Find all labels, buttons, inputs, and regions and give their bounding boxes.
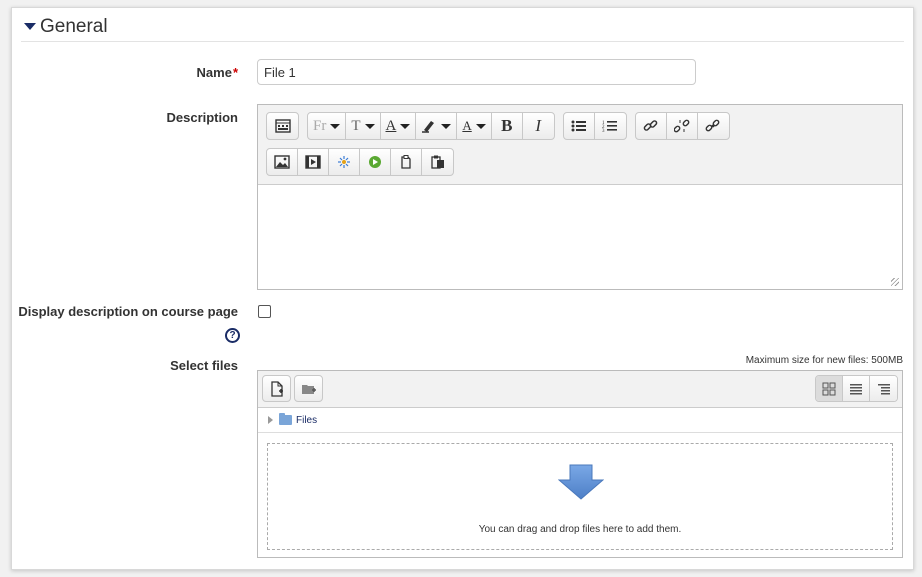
drop-hint-text: You can drag and drop files here to add … bbox=[478, 524, 682, 535]
create-folder-icon bbox=[301, 384, 316, 394]
display-description-label: Display description on course page bbox=[18, 304, 238, 319]
display-description-checkbox[interactable] bbox=[258, 305, 271, 318]
folder-icon bbox=[279, 413, 292, 425]
max-size-text: Maximum size for new files: 500MB bbox=[745, 355, 903, 366]
anchor-link-icon[interactable] bbox=[698, 113, 729, 139]
section-header[interactable]: General bbox=[21, 12, 904, 42]
grid-icon bbox=[822, 382, 836, 395]
font-family-icon[interactable]: Fr bbox=[308, 113, 347, 139]
add-file-icon bbox=[270, 380, 283, 397]
required-mark: * bbox=[232, 65, 238, 80]
unlink-icon[interactable] bbox=[667, 113, 698, 139]
list-icon bbox=[850, 383, 862, 394]
font-color-icon[interactable]: A bbox=[381, 113, 417, 139]
drop-zone[interactable]: You can drag and drop files here to add … bbox=[267, 443, 893, 550]
link-icon[interactable] bbox=[636, 113, 667, 139]
drop-arrow-icon bbox=[558, 464, 604, 500]
collapse-caret-icon[interactable] bbox=[24, 23, 36, 30]
create-folder-button[interactable] bbox=[294, 375, 323, 402]
file-manager: Files You can drag and drop files here t… bbox=[257, 370, 903, 558]
paste-icon[interactable] bbox=[422, 149, 453, 175]
view-icons-button[interactable] bbox=[816, 376, 843, 401]
expand-arrow-icon[interactable] bbox=[268, 416, 273, 424]
description-label: Description bbox=[166, 110, 238, 125]
description-textarea[interactable] bbox=[258, 186, 902, 289]
h5p-icon[interactable] bbox=[329, 149, 360, 175]
italic-icon[interactable]: I bbox=[523, 113, 554, 139]
file-path-breadcrumb[interactable]: Files bbox=[258, 408, 902, 433]
general-section: General Name* Description Fr T A bbox=[11, 7, 914, 570]
help-icon[interactable]: ? bbox=[225, 328, 240, 343]
unordered-list-icon[interactable] bbox=[564, 113, 595, 139]
description-editor: Fr T A A B I 123 bbox=[257, 104, 903, 290]
media-icon[interactable] bbox=[298, 149, 329, 175]
section-title: General bbox=[40, 15, 108, 37]
view-tree-button[interactable] bbox=[870, 376, 897, 401]
file-manager-toolbar bbox=[258, 371, 902, 408]
tree-icon bbox=[877, 383, 890, 394]
text-style-icon[interactable]: A bbox=[457, 113, 492, 139]
resize-grip-icon[interactable] bbox=[891, 278, 899, 286]
add-file-button[interactable] bbox=[262, 375, 291, 402]
name-input[interactable] bbox=[257, 59, 696, 85]
view-list-button[interactable] bbox=[843, 376, 870, 401]
image-icon[interactable] bbox=[267, 149, 298, 175]
name-label: Name* bbox=[196, 65, 238, 80]
font-size-icon[interactable]: T bbox=[346, 113, 381, 139]
path-files-label[interactable]: Files bbox=[296, 415, 317, 426]
highlight-icon[interactable] bbox=[416, 113, 458, 139]
editor-toolbar: Fr T A A B I 123 bbox=[258, 105, 902, 185]
copy-icon[interactable] bbox=[391, 149, 422, 175]
view-switcher bbox=[815, 375, 898, 402]
toolbar-toggle-icon[interactable] bbox=[267, 113, 298, 139]
record-video-icon[interactable] bbox=[360, 149, 391, 175]
bold-icon[interactable]: B bbox=[492, 113, 523, 139]
ordered-list-icon[interactable]: 123 bbox=[595, 113, 626, 139]
svg-text:3: 3 bbox=[602, 129, 605, 133]
select-files-label: Select files bbox=[170, 358, 238, 373]
